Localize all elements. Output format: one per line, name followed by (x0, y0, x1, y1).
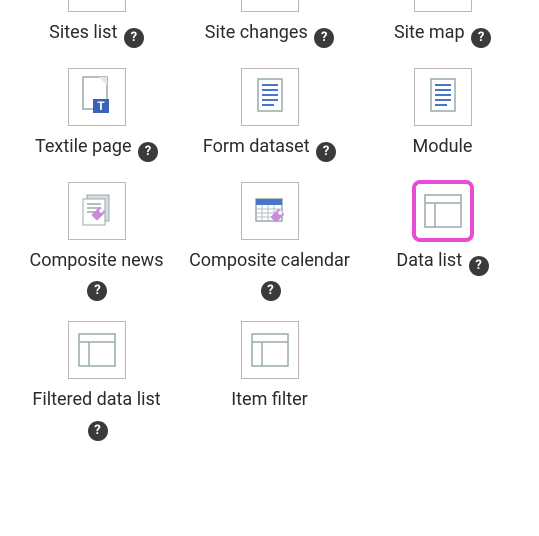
help-icon[interactable] (471, 28, 491, 48)
help-icon[interactable] (88, 421, 108, 441)
item-label: Form dataset (203, 136, 310, 157)
composite-news-icon (68, 182, 126, 240)
item-label: Site map (394, 22, 465, 43)
item-label: Textile page (35, 136, 132, 157)
site-changes-icon (241, 0, 299, 12)
help-icon[interactable] (469, 256, 489, 276)
item-data-list[interactable]: Data list (356, 176, 529, 315)
item-composite-calendar[interactable]: Composite calendar (183, 176, 356, 315)
textile-page-icon: T (68, 68, 126, 126)
help-icon[interactable] (316, 142, 336, 162)
item-label: Item filter (231, 389, 307, 410)
item-module[interactable]: Module (356, 62, 529, 176)
help-icon[interactable] (124, 28, 144, 48)
site-map-icon (414, 0, 472, 12)
item-label: Module (413, 136, 473, 157)
item-filter-icon (241, 321, 299, 379)
help-icon[interactable] (314, 28, 334, 48)
item-item-filter[interactable]: Item filter (183, 315, 356, 454)
filtered-data-list-icon (68, 321, 126, 379)
help-icon[interactable] (87, 281, 107, 301)
item-composite-news[interactable]: Composite news (10, 176, 183, 315)
item-site-map[interactable]: Site map (356, 0, 529, 62)
item-label: Site changes (205, 22, 308, 43)
data-list-icon (414, 182, 472, 240)
item-label: Composite calendar (189, 250, 350, 271)
item-sites-list[interactable]: Sites list (10, 0, 183, 62)
module-grid: Sites list Site changes Site map T Texti (0, 0, 539, 455)
item-label: Data list (396, 250, 462, 271)
composite-calendar-icon (241, 182, 299, 240)
item-label: Filtered data list (32, 389, 160, 410)
item-form-dataset[interactable]: Form dataset (183, 62, 356, 176)
item-filtered-data-list[interactable]: Filtered data list (10, 315, 183, 454)
sites-list-icon (68, 0, 126, 12)
item-label: Sites list (49, 22, 117, 43)
svg-text:T: T (97, 99, 105, 113)
help-icon[interactable] (261, 281, 281, 301)
item-textile-page[interactable]: T Textile page (10, 62, 183, 176)
item-site-changes[interactable]: Site changes (183, 0, 356, 62)
item-label: Composite news (29, 250, 163, 271)
form-dataset-icon (241, 68, 299, 126)
help-icon[interactable] (138, 142, 158, 162)
module-icon (414, 68, 472, 126)
